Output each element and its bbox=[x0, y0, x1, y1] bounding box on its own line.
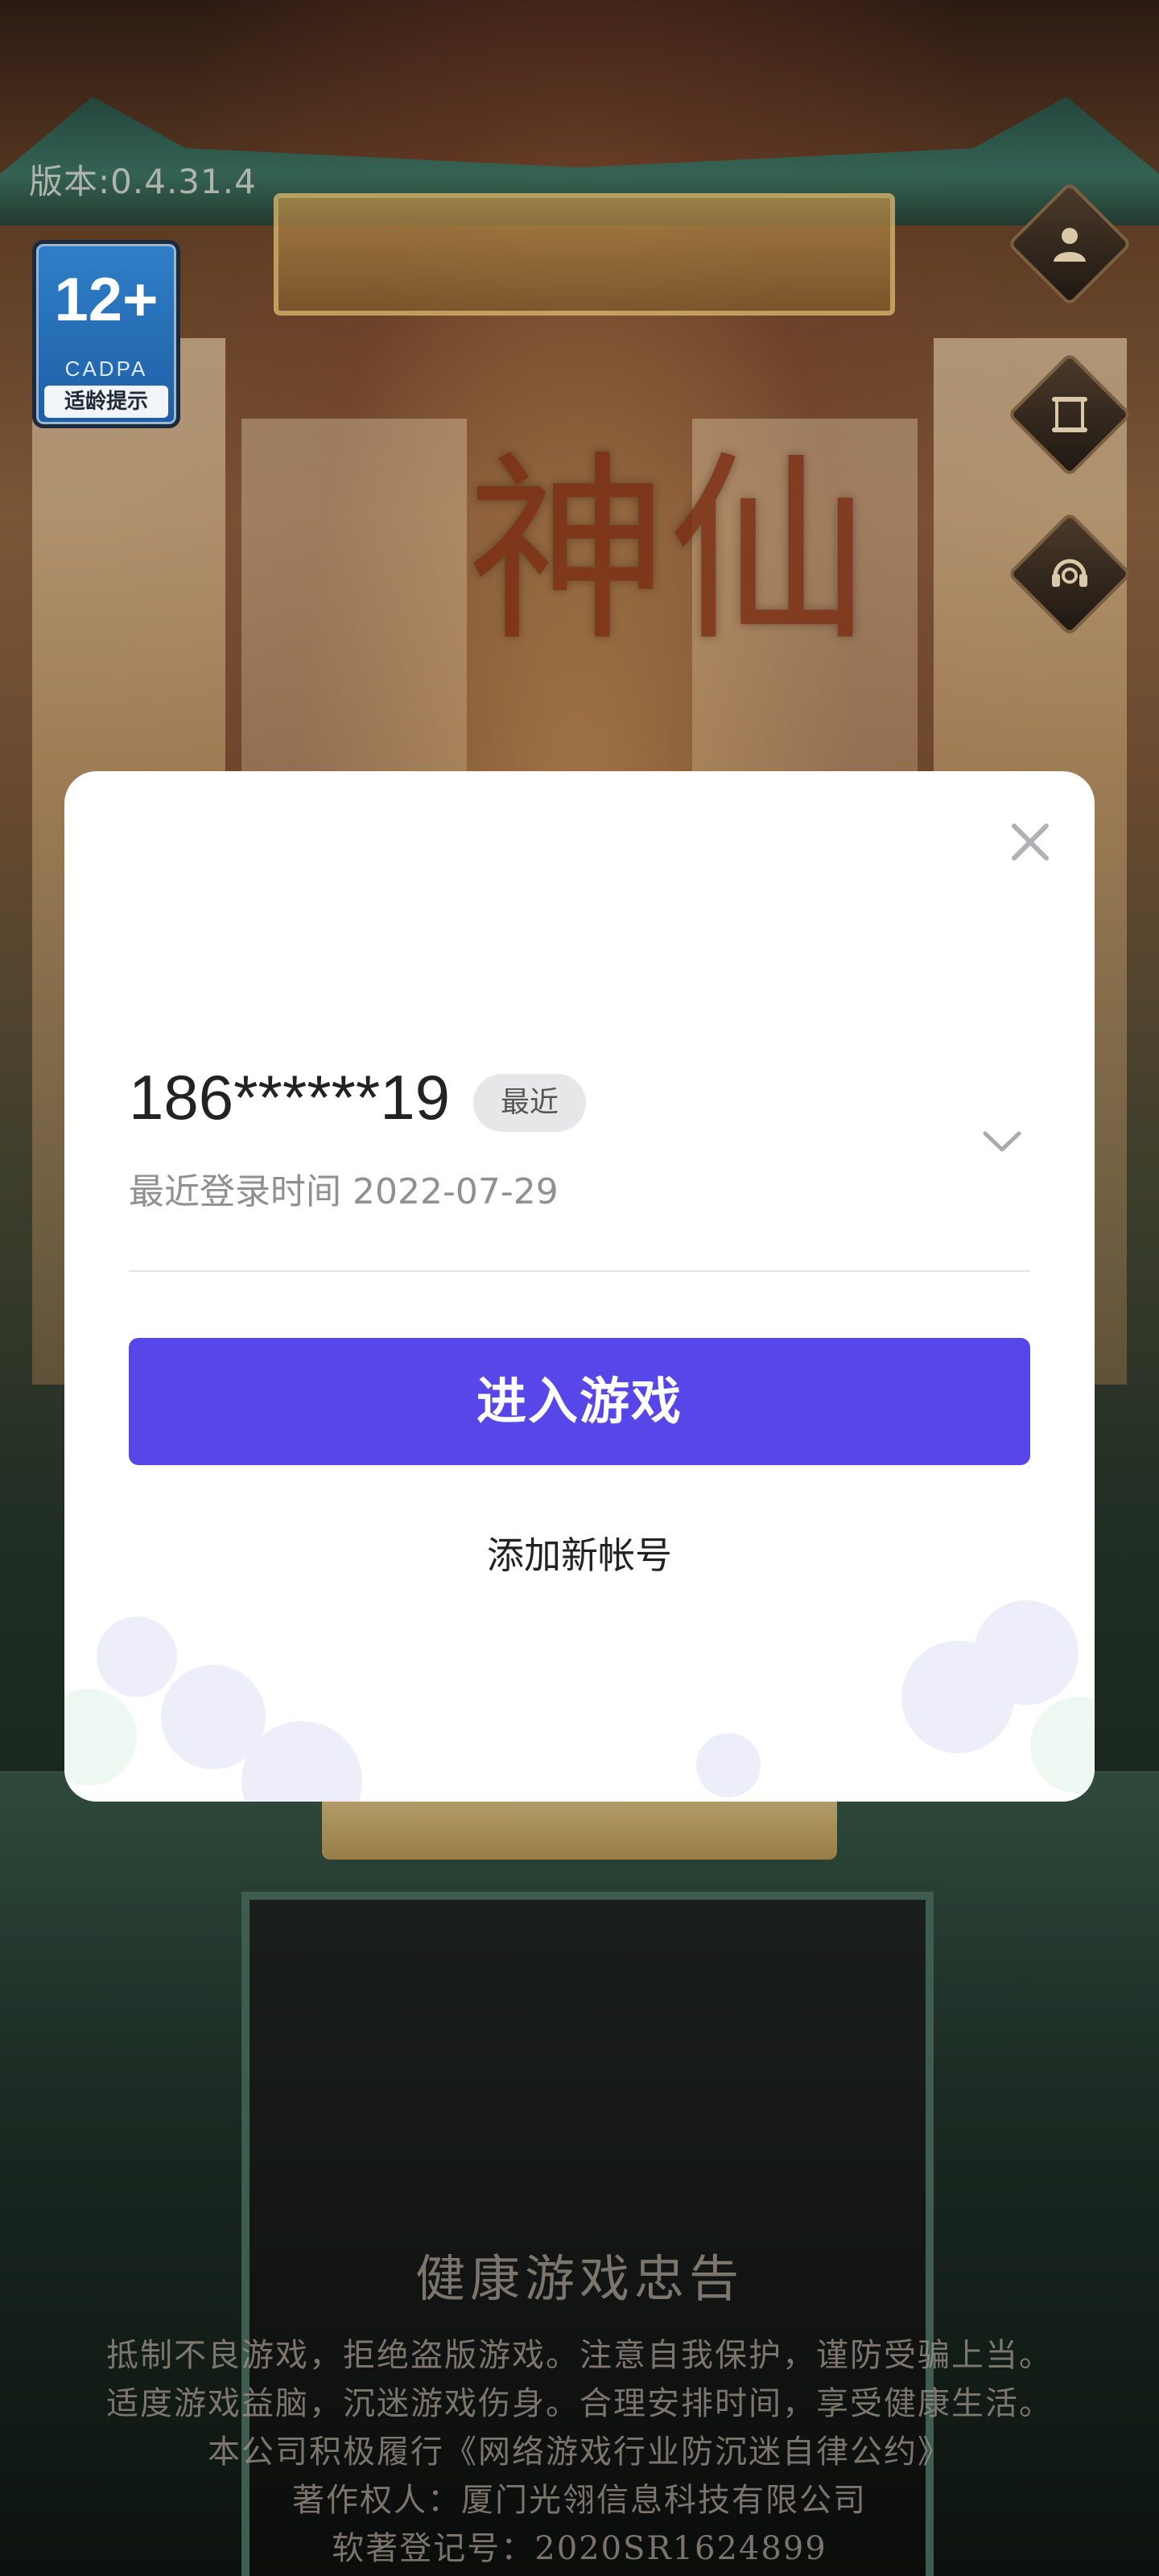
health-notice-title: 健康游戏忠告 bbox=[415, 2249, 744, 2308]
health-notice-line: 抵制不良游戏，拒绝盗版游戏。注意自我保护，谨防受骗上当。 bbox=[106, 2337, 1053, 2374]
decor-bubble bbox=[974, 1600, 1079, 1705]
health-notice-line: 著作权人：厦门光翎信息科技有限公司 bbox=[292, 2482, 867, 2519]
user-center-button[interactable] bbox=[1007, 181, 1132, 307]
account-login-dialog: 186******19 最近 最近登录时间 2022-07-29 进入游戏 添加… bbox=[64, 771, 1095, 1802]
enter-game-button[interactable]: 进入游戏 bbox=[129, 1338, 1030, 1465]
recent-badge: 最近 bbox=[473, 1074, 587, 1132]
decor-bubble bbox=[64, 1689, 137, 1785]
decor-bubble bbox=[696, 1733, 761, 1798]
divider bbox=[129, 1270, 1030, 1272]
temple-plaque bbox=[274, 193, 895, 316]
notice-button[interactable] bbox=[1007, 352, 1132, 477]
headset-icon bbox=[1052, 559, 1087, 587]
health-notice: 健康游戏忠告 抵制不良游戏，拒绝盗版游戏。注意自我保护，谨防受骗上当。 适度游戏… bbox=[0, 2238, 1159, 2573]
health-notice-line: 本公司积极履行《网络游戏行业防沉迷自律公约》 bbox=[208, 2434, 951, 2471]
user-icon bbox=[1054, 228, 1086, 262]
age-rating-number: 12+ bbox=[54, 266, 159, 334]
decor-bubble bbox=[97, 1616, 177, 1697]
health-notice-line: 软著登记号：2020SR1624899 bbox=[332, 2530, 827, 2567]
last-login-time: 最近登录时间 2022-07-29 bbox=[129, 1171, 559, 1212]
age-rating-org: CADPA bbox=[64, 357, 148, 381]
close-icon[interactable] bbox=[1006, 818, 1054, 866]
decor-bubble bbox=[1030, 1697, 1095, 1794]
health-notice-line: 适度游戏益脑，沉迷游戏伤身。合理安排时间，享受健康生活。 bbox=[106, 2385, 1053, 2422]
age-rating-label: 适龄提示 bbox=[44, 386, 168, 418]
chevron-down-icon[interactable] bbox=[982, 1125, 1022, 1158]
version-label: 版本:0.4.31.4 bbox=[29, 162, 257, 201]
scroll-icon bbox=[1052, 397, 1087, 432]
account-number: 186******19 bbox=[129, 1062, 451, 1133]
game-logo: 神仙 bbox=[467, 434, 869, 668]
age-rating-badge[interactable]: 12+ CADPA 适龄提示 bbox=[32, 240, 180, 428]
add-account-link[interactable]: 添加新帐号 bbox=[64, 1526, 1095, 1579]
customer-service-button[interactable] bbox=[1007, 511, 1132, 637]
